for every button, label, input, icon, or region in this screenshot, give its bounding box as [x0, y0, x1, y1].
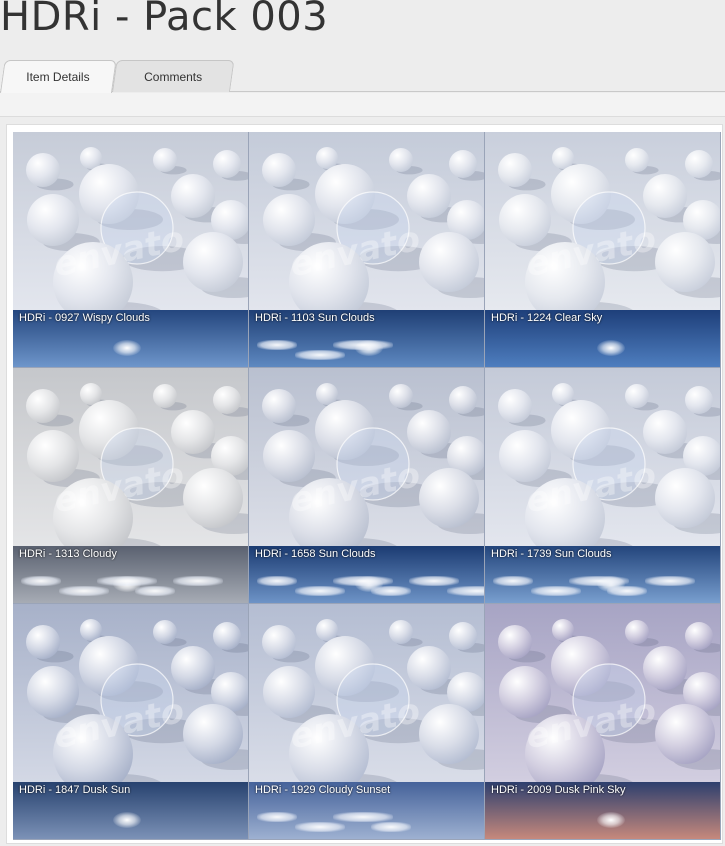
cloud — [295, 350, 345, 360]
hdri-preview-5[interactable]: envato HDRi - 1658 Sun Clouds — [249, 368, 485, 604]
cloud — [447, 586, 484, 596]
render-preview-image: envato — [13, 368, 248, 546]
sun-glow — [597, 812, 625, 828]
sun-glow — [113, 812, 141, 828]
tab-bar: Item Details Comments — [0, 60, 725, 93]
cloud — [135, 586, 175, 596]
cloud — [59, 586, 109, 596]
hdri-preview-label: HDRi - 1224 Clear Sky — [491, 312, 603, 324]
tab-comments-label: Comments — [144, 69, 203, 84]
cloud — [257, 576, 297, 586]
hdri-preview-label: HDRi - 1103 Sun Clouds — [255, 312, 375, 324]
tab-item-details-label: Item Details — [26, 70, 90, 84]
hdri-preview-label: HDRi - 1313 Cloudy — [19, 548, 117, 560]
cloud — [257, 812, 297, 822]
cloud — [371, 586, 411, 596]
hdri-preview-label: HDRi - 1658 Sun Clouds — [255, 548, 376, 560]
cloud — [21, 576, 61, 586]
hdri-preview-2[interactable]: envato HDRi - 1103 Sun Clouds — [249, 132, 485, 368]
cloud — [97, 576, 157, 586]
render-preview-image: envato — [249, 368, 484, 546]
cloud — [333, 576, 393, 586]
cloud — [531, 586, 581, 596]
cloud — [295, 586, 345, 596]
render-preview-image: envato — [485, 604, 720, 782]
cloud — [257, 340, 297, 350]
tab-item-details[interactable]: Item Details — [0, 60, 117, 93]
hdri-preview-8[interactable]: envato HDRi - 1929 Cloudy Sunset — [249, 604, 485, 840]
hdri-preview-label: HDRi - 1929 Cloudy Sunset — [255, 784, 391, 796]
tab-comments[interactable]: Comments — [112, 60, 235, 92]
hdri-preview-label: HDRi - 2009 Dusk Pink Sky — [491, 784, 626, 796]
cloud — [569, 576, 629, 586]
hdri-preview-7[interactable]: envato HDRi - 1847 Dusk Sun — [13, 604, 249, 840]
render-preview-image: envato — [249, 132, 484, 310]
hdri-preview-label: HDRi - 1847 Dusk Sun — [19, 784, 131, 796]
hdri-preview-4[interactable]: envato HDRi - 1313 Cloudy — [13, 368, 249, 604]
hdri-preview-3[interactable]: envato HDRi - 1224 Clear Sky — [485, 132, 721, 368]
cloud — [333, 812, 393, 822]
hdri-preview-label: HDRi - 1739 Sun Clouds — [491, 548, 612, 560]
cloud — [645, 576, 695, 586]
page-title: HDRi - Pack 003 — [0, 0, 329, 40]
cloud — [493, 576, 533, 586]
hdri-preview-6[interactable]: envato HDRi - 1739 Sun Clouds — [485, 368, 721, 604]
hdri-preview-label: HDRi - 0927 Wispy Clouds — [19, 312, 150, 324]
cloud — [333, 340, 393, 350]
render-preview-image: envato — [13, 132, 248, 310]
cloud — [173, 576, 223, 586]
hdri-preview-9[interactable]: envato HDRi - 2009 Dusk Pink Sky — [485, 604, 721, 840]
render-preview-image: envato — [485, 368, 720, 546]
cloud — [295, 822, 345, 832]
sun-glow — [113, 340, 141, 356]
hdri-preview-1[interactable]: envato HDRi - 0927 Wispy Clouds — [13, 132, 249, 368]
render-preview-image: envato — [485, 132, 720, 310]
tab-panel-header — [0, 93, 725, 117]
cloud — [371, 822, 411, 832]
render-preview-image: envato — [249, 604, 484, 782]
cloud — [409, 576, 459, 586]
sun-glow — [597, 340, 625, 356]
render-preview-image: envato — [13, 604, 248, 782]
cloud — [607, 586, 647, 596]
preview-grid: envato HDRi - 0927 Wispy Clouds envato HDRi… — [13, 132, 721, 840]
